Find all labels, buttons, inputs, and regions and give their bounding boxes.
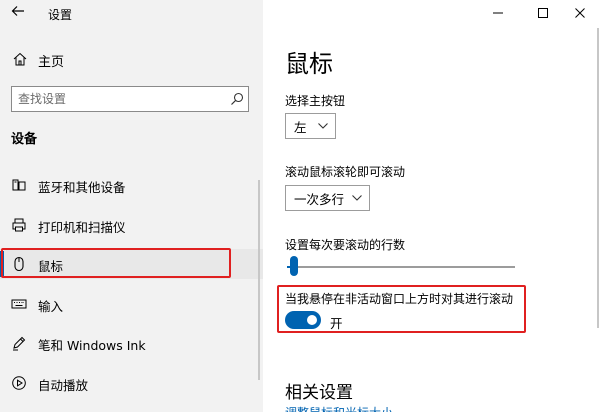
- sidebar-item-label: 打印机和扫描仪: [38, 220, 126, 235]
- sidebar-item-autoplay[interactable]: 自动播放: [0, 368, 263, 398]
- home-icon: [13, 52, 27, 66]
- search-input[interactable]: [12, 87, 212, 111]
- close-icon: [575, 8, 585, 18]
- lines-label: 设置每次要滚动的行数: [285, 238, 406, 252]
- inactive-scroll-toggle[interactable]: [285, 311, 321, 329]
- primary-button-value: 左: [294, 119, 307, 135]
- primary-button-label: 选择主按钮: [285, 94, 346, 108]
- sidebar-item-label: 笔和 Windows Ink: [38, 338, 146, 353]
- maximize-icon: [538, 8, 548, 18]
- content-scrollbar[interactable]: [597, 28, 599, 328]
- sidebar-scrollbar[interactable]: [258, 180, 260, 380]
- bluetooth-devices-icon: [12, 179, 26, 191]
- sidebar-item-printers[interactable]: 打印机和扫描仪: [0, 210, 263, 240]
- pen-icon: [13, 336, 26, 351]
- mouse-icon: [14, 256, 24, 272]
- sidebar-item-label: 输入: [38, 299, 64, 314]
- scroll-mode-value: 一次多行: [294, 191, 345, 207]
- sidebar-item-label: 蓝牙和其他设备: [38, 180, 126, 195]
- inactive-scroll-label: 当我悬停在非活动窗口上方时对其进行滚动: [285, 292, 514, 306]
- sidebar-item-typing[interactable]: 输入: [0, 289, 263, 319]
- sidebar-item-bluetooth[interactable]: 蓝牙和其他设备: [0, 170, 263, 200]
- scroll-mode-select[interactable]: 一次多行: [285, 185, 370, 211]
- sidebar-item-mouse[interactable]: 鼠标: [0, 249, 263, 279]
- related-settings-link[interactable]: 调整鼠标和光标大小: [285, 404, 393, 412]
- toggle-state-label: 开: [330, 316, 343, 331]
- minimize-button[interactable]: [478, 0, 518, 26]
- sidebar-item-label: 鼠标: [38, 259, 64, 274]
- keyboard-icon: [11, 299, 27, 309]
- close-button[interactable]: [560, 0, 600, 26]
- sidebar-item-pen[interactable]: 笔和 Windows Ink: [0, 328, 263, 358]
- arrow-left-icon: [11, 6, 24, 16]
- sidebar: 设置 主页 设备 蓝牙和其他设备 打印机和扫描仪 鼠标 输入 笔和 Window…: [0, 0, 263, 412]
- search-icon[interactable]: [230, 92, 244, 106]
- sidebar-item-home[interactable]: 主页: [0, 44, 263, 74]
- maximize-button[interactable]: [523, 0, 563, 26]
- lines-slider-thumb[interactable]: [289, 256, 298, 276]
- back-button[interactable]: [8, 3, 28, 23]
- sidebar-item-label: 自动播放: [38, 378, 89, 393]
- sidebar-item-label: 主页: [38, 55, 65, 70]
- window-title: 设置: [48, 8, 73, 22]
- primary-button-select[interactable]: 左: [285, 113, 336, 139]
- scroll-mode-label: 滚动鼠标滚轮即可滚动: [285, 165, 406, 179]
- toggle-knob: [307, 315, 317, 325]
- related-settings-title: 相关设置: [285, 383, 353, 403]
- chevron-down-icon: [352, 195, 362, 201]
- minimize-icon: [493, 12, 503, 14]
- section-heading: 设备: [11, 132, 38, 147]
- page-title: 鼠标: [285, 50, 333, 78]
- printer-icon: [12, 218, 26, 232]
- autoplay-icon: [12, 376, 26, 390]
- lines-slider-track[interactable]: [287, 266, 515, 268]
- chevron-down-icon: [318, 123, 328, 129]
- search-box[interactable]: [11, 86, 249, 112]
